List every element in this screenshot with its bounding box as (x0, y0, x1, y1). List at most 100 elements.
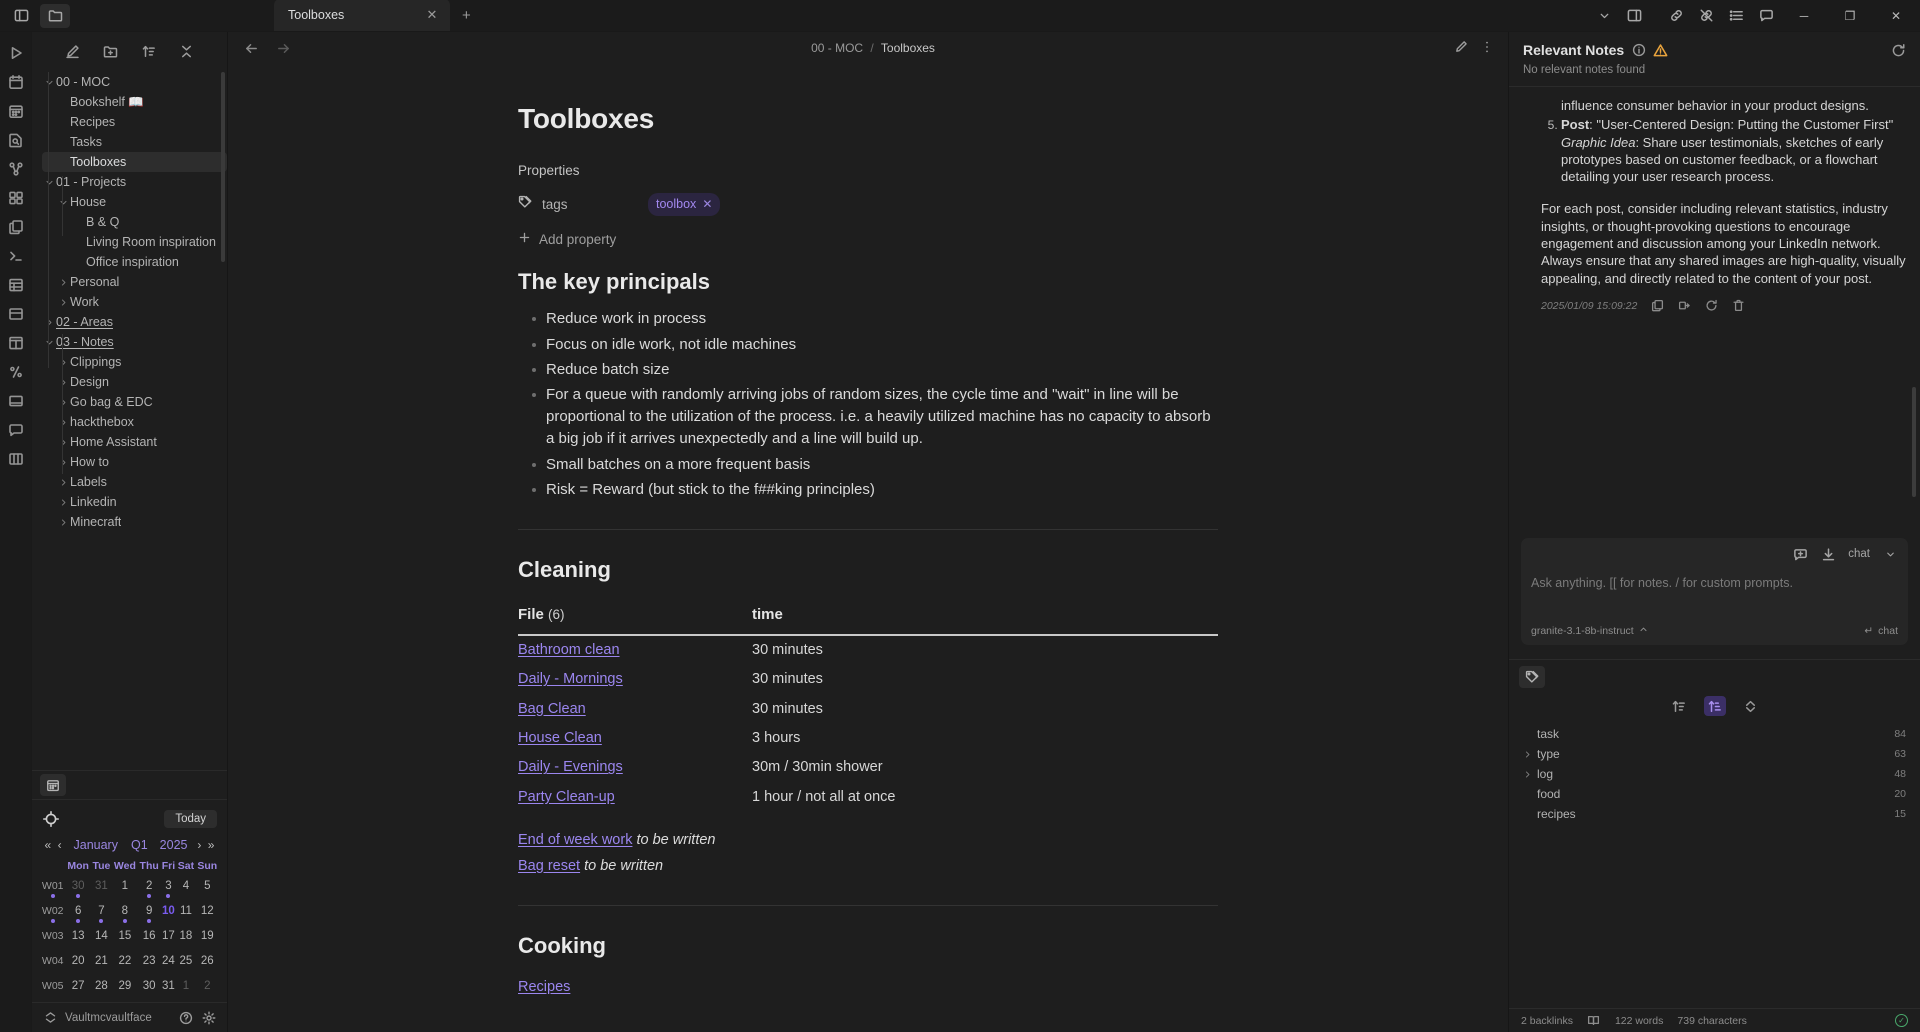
file-tree[interactable]: 00 - MOC Bookshelf 📖 Recipes Tasks Toolboxes… (32, 66, 227, 770)
tag-list-item[interactable]: type 63 (1523, 744, 1906, 764)
save-chat-icon[interactable] (1820, 546, 1836, 562)
new-tab-icon[interactable]: + (450, 7, 483, 24)
tree-item-linkedin[interactable]: Linkedin (42, 492, 227, 512)
file-tree-scrollbar[interactable] (221, 72, 225, 262)
calendar-day[interactable]: 31 (161, 977, 177, 1002)
tree-item-tasks[interactable]: Tasks (42, 132, 227, 152)
tab-close-icon[interactable]: ✕ (424, 7, 440, 23)
table-grid-icon[interactable] (3, 272, 29, 298)
link-icon[interactable] (1662, 4, 1690, 28)
calendar-day[interactable]: 15 (112, 927, 138, 952)
expand-collapse-icon[interactable] (1740, 696, 1762, 716)
chat-bubble-icon[interactable] (3, 417, 29, 443)
tree-item-work[interactable]: Work (42, 292, 227, 312)
chat-input[interactable]: Ask anything. [[ for notes. / for custom… (1531, 575, 1898, 609)
calendar-day[interactable]: 31 (91, 877, 112, 902)
tree-item-how-to[interactable]: How to (42, 452, 227, 472)
tree-item-personal[interactable]: Personal (42, 272, 227, 292)
calendar-week-number[interactable]: W02 (40, 902, 65, 927)
calendar-day[interactable]: 21 (91, 952, 112, 977)
insert-note-icon[interactable] (1677, 299, 1691, 313)
calendar-day[interactable]: 13 (65, 927, 90, 952)
chevron-right-icon[interactable] (56, 378, 70, 387)
chevron-down-icon[interactable] (56, 198, 70, 207)
model-name-label[interactable]: granite-3.1-8b-instruct (1531, 625, 1634, 637)
window-minimize-button[interactable]: ─ (1782, 0, 1826, 32)
calendar-day[interactable]: 24 (161, 952, 177, 977)
calendar-day[interactable]: 28 (91, 977, 112, 1002)
refresh-icon[interactable] (1891, 43, 1906, 58)
chat-history[interactable]: influence consumer behavior in your prod… (1509, 87, 1920, 532)
chevron-right-icon[interactable] (56, 438, 70, 447)
tree-item-house[interactable]: House (42, 192, 227, 212)
calendar-week-number[interactable]: W03 (40, 927, 65, 952)
tag-list-item[interactable]: log 48 (1523, 764, 1906, 784)
play-icon[interactable] (3, 40, 29, 66)
calendar-day[interactable]: 5 (196, 877, 219, 902)
table-file-link[interactable]: Daily - Mornings (518, 671, 623, 687)
tags-tab-icon[interactable] (1519, 666, 1545, 688)
composer-mode-label[interactable]: chat (1848, 548, 1870, 560)
chevron-down-icon[interactable] (1590, 4, 1618, 28)
new-note-icon[interactable] (64, 42, 82, 60)
calendar-day[interactable]: 1 (112, 877, 138, 902)
calendar-day[interactable]: 2 (138, 877, 161, 902)
tree-item-03-notes[interactable]: 03 - Notes (42, 332, 227, 352)
calendar-day[interactable]: 14 (91, 927, 112, 952)
sort-icon[interactable] (140, 42, 158, 60)
window-maximize-button[interactable]: ❐ (1828, 0, 1872, 32)
note-line-link[interactable]: End of week work (518, 832, 632, 848)
calendar-day[interactable]: 10 (161, 902, 177, 927)
calendar-day[interactable]: 4 (176, 877, 195, 902)
chevron-up-icon[interactable] (1634, 625, 1648, 637)
chevron-right-icon[interactable] (42, 318, 56, 327)
toggle-left-sidebar-icon[interactable] (6, 4, 36, 28)
column-header-file[interactable]: File (6) (518, 602, 752, 636)
file-explorer-icon[interactable] (40, 3, 70, 28)
prev-year-button[interactable]: « (42, 838, 54, 852)
tree-item-minecraft[interactable]: Minecraft (42, 512, 227, 532)
tree-item-00-moc[interactable]: 00 - MOC (42, 72, 227, 92)
calendar-day[interactable]: 7 (91, 902, 112, 927)
chevron-right-icon[interactable] (1523, 750, 1537, 759)
back-button[interactable] (242, 41, 260, 56)
board-icon[interactable] (3, 446, 29, 472)
book-icon[interactable] (1587, 1014, 1601, 1028)
calendar-icon[interactable] (3, 69, 29, 95)
new-folder-icon[interactable] (102, 42, 120, 60)
breadcrumb-root[interactable]: 00 - MOC (811, 41, 863, 55)
chevron-right-icon[interactable] (56, 358, 70, 367)
tag-list-item[interactable]: recipes 15 (1523, 804, 1906, 824)
tree-item-design[interactable]: Design (42, 372, 227, 392)
calendar-days-icon[interactable] (3, 98, 29, 124)
kanban-icon[interactable] (3, 185, 29, 211)
delete-icon[interactable] (1731, 299, 1745, 313)
calendar-day[interactable]: 17 (161, 927, 177, 952)
tree-item-clippings[interactable]: Clippings (42, 352, 227, 372)
calendar-day[interactable]: 6 (65, 902, 90, 927)
tree-item-home-assistant[interactable]: Home Assistant (42, 432, 227, 452)
regenerate-icon[interactable] (1704, 299, 1718, 313)
percent-code-icon[interactable] (3, 359, 29, 385)
tree-item-labels[interactable]: Labels (42, 472, 227, 492)
chevron-down-icon[interactable] (42, 178, 56, 187)
chevron-down-icon[interactable] (1882, 546, 1898, 562)
warning-icon[interactable] (1653, 43, 1668, 58)
chevron-right-icon[interactable] (56, 418, 70, 427)
table-file-link[interactable]: House Clean (518, 730, 602, 746)
calendar-day[interactable]: 29 (112, 977, 138, 1002)
chevron-right-icon[interactable] (56, 518, 70, 527)
help-icon[interactable] (178, 1010, 194, 1026)
calendar-day[interactable]: 26 (196, 952, 219, 977)
terminal-icon[interactable] (3, 243, 29, 269)
table-file-link[interactable]: Party Clean-up (518, 789, 615, 805)
column-header-time[interactable]: time (752, 602, 1218, 636)
table-file-link[interactable]: Daily - Evenings (518, 759, 623, 775)
settings-gear-icon[interactable] (201, 1010, 217, 1026)
calendar-day[interactable]: 30 (138, 977, 161, 1002)
chevron-down-icon[interactable] (42, 338, 56, 347)
tab-toolboxes[interactable]: Toolboxes ✕ (274, 0, 450, 31)
calendar-day[interactable]: 2 (196, 977, 219, 1002)
backlinks-count[interactable]: 2 backlinks (1521, 1015, 1573, 1027)
calendar-grid[interactable]: Mon Tue Wed Thu Fri Sat Sun W01 30 31 1 2 3 4 5 W02 6 7 8… (40, 860, 219, 1002)
